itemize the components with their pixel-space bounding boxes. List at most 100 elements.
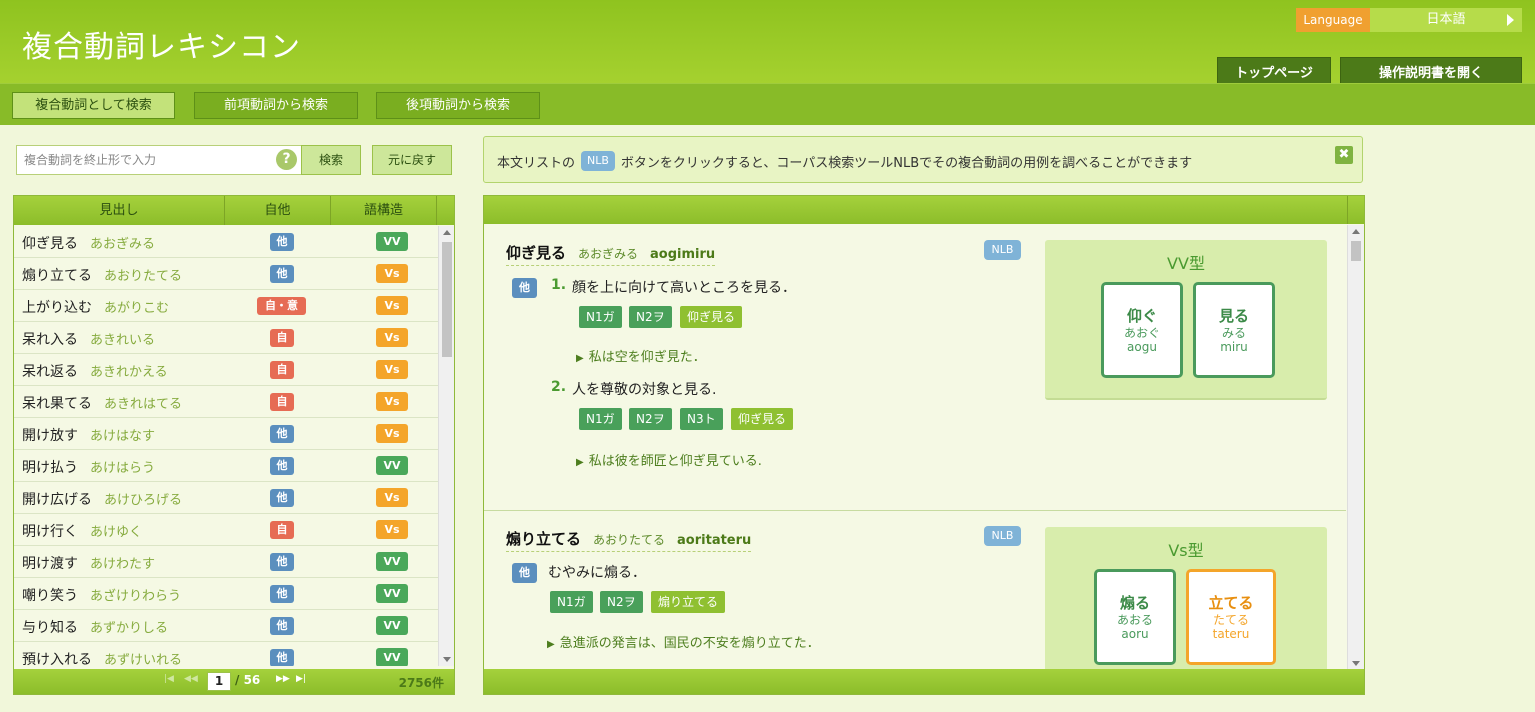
nlb-button[interactable]: NLB bbox=[984, 240, 1021, 260]
list-item-headword: 開け放す あけはなす bbox=[22, 425, 155, 445]
sense-number: 1. bbox=[551, 277, 567, 293]
search-input[interactable]: 複合動詞を終止形で入力 bbox=[16, 145, 302, 175]
structure-tag: VV bbox=[376, 232, 408, 251]
list-item[interactable]: 呆れ入る あきれいる 自 Vs bbox=[14, 322, 438, 354]
detail-panel: 仰ぎ見る あおぎみる aogimiru NLB 他 1. 顔を上に向けて高いとこ… bbox=[483, 195, 1365, 695]
list-item[interactable]: 呆れ返る あきれかえる 自 Vs bbox=[14, 354, 438, 386]
transitivity-tag: 他 bbox=[512, 563, 537, 583]
triangle-right-icon bbox=[1507, 14, 1514, 26]
notice-text-pre: 本文リストの bbox=[497, 155, 576, 171]
list-item-headword: 嘲り笑う あざけりわらう bbox=[22, 585, 181, 605]
list-item[interactable]: 煽り立てる あおりたてる 他 Vs bbox=[14, 258, 438, 290]
v2-romaji: miru bbox=[1220, 340, 1248, 354]
search-button[interactable]: 検索 bbox=[301, 145, 361, 175]
column-header-structure[interactable]: 語構造 bbox=[331, 196, 437, 225]
column-header-transitivity[interactable]: 自他 bbox=[225, 196, 331, 225]
structure-tag: Vs bbox=[376, 488, 408, 507]
list-item-kana: あけはなす bbox=[90, 429, 156, 444]
list-item-kana: あきれかえる bbox=[90, 365, 168, 380]
list-item[interactable]: 開け放す あけはなす 他 Vs bbox=[14, 418, 438, 450]
v2-card[interactable]: 見る みる miru bbox=[1193, 282, 1275, 378]
scroll-thumb[interactable] bbox=[1351, 241, 1361, 261]
verb-tag: 仰ぎ見る bbox=[731, 408, 794, 430]
example-text: 急進派の発言は、国民の不安を煽り立てた． bbox=[559, 636, 820, 651]
list-item-kana: あけひろげる bbox=[104, 493, 183, 508]
structure-tag: VV bbox=[376, 552, 408, 571]
next-page-icon[interactable]: ▶▶ bbox=[276, 674, 290, 684]
scroll-up-icon[interactable] bbox=[443, 230, 451, 235]
tab-search-v1[interactable]: 前項動詞から検索 bbox=[194, 92, 358, 119]
list-item-headword: 上がり込む あがりこむ bbox=[22, 297, 169, 317]
page-number-input[interactable]: 1 bbox=[207, 672, 231, 691]
list-item[interactable]: 開け広げる あけひろげる 他 Vs bbox=[14, 482, 438, 514]
language-label: Language bbox=[1296, 8, 1370, 32]
list-item[interactable]: 明け払う あけはらう 他 VV bbox=[14, 450, 438, 482]
list-item-kana: あずけいれる bbox=[104, 653, 183, 666]
transitivity-tag: 他 bbox=[270, 425, 294, 443]
structure-tag: Vs bbox=[376, 296, 408, 315]
page-total-value: 56 bbox=[243, 673, 261, 687]
v1-card[interactable]: 仰ぐ あおぐ aogu bbox=[1101, 282, 1183, 378]
list-item[interactable]: 預け入れる あずけいれる 他 VV bbox=[14, 642, 438, 666]
structure-tag: Vs bbox=[376, 392, 408, 411]
tab-search-v2[interactable]: 後項動詞から検索 bbox=[376, 92, 540, 119]
list-item-kana: あけわたす bbox=[90, 557, 156, 572]
case-frame-tag: N2ヲ bbox=[629, 408, 672, 430]
list-item[interactable]: 明け行く あけゆく 自 Vs bbox=[14, 514, 438, 546]
notice-text: 本文リストの NLB ボタンをクリックすると、コーパス検索ツールNLBでその複合… bbox=[497, 151, 1192, 171]
reset-button[interactable]: 元に戻す bbox=[372, 145, 452, 175]
case-frame-tag: N1ガ bbox=[579, 306, 622, 328]
transitivity-tag: 自 bbox=[270, 393, 294, 411]
detail-scrollbar[interactable] bbox=[1347, 225, 1364, 670]
v2-kana: みる bbox=[1221, 326, 1246, 340]
list-item-kana: あきれいる bbox=[90, 333, 156, 348]
list-item[interactable]: 呆れ果てる あきれはてる 自 Vs bbox=[14, 386, 438, 418]
close-icon[interactable]: ✖ bbox=[1335, 146, 1353, 164]
list-item-word: 上がり込む bbox=[22, 300, 92, 316]
case-frame-tag: N2ヲ bbox=[600, 591, 643, 613]
first-page-icon[interactable]: |◀ bbox=[164, 674, 174, 684]
scroll-up-icon[interactable] bbox=[1352, 229, 1360, 234]
list-item-word: 明け渡す bbox=[22, 556, 78, 572]
list-item-headword: 煽り立てる あおりたてる bbox=[22, 265, 182, 285]
list-item-word: 与り知る bbox=[22, 620, 78, 636]
list-item[interactable]: 仰ぎ見る あおぎみる 他 VV bbox=[14, 226, 438, 258]
structure-tag: Vs bbox=[376, 328, 408, 347]
language-selector[interactable]: Language 日本語 bbox=[1296, 8, 1522, 32]
tab-search-compound[interactable]: 複合動詞として検索 bbox=[12, 92, 175, 119]
column-header-headword[interactable]: 見出し bbox=[14, 196, 225, 225]
list-item[interactable]: 嘲り笑う あざけりわらう 他 VV bbox=[14, 578, 438, 610]
help-circle-icon[interactable]: ? bbox=[276, 149, 297, 170]
list-item[interactable]: 上がり込む あがりこむ 自・意 Vs bbox=[14, 290, 438, 322]
v1-romaji: aogu bbox=[1127, 340, 1157, 354]
list-item[interactable]: 明け渡す あけわたす 他 VV bbox=[14, 546, 438, 578]
structure-tag: VV bbox=[376, 456, 408, 475]
list-item-kana: あざけりわらう bbox=[90, 589, 182, 604]
entry-aoritateru: 煽り立てる あおりたてる aoritateru NLB 他 むやみに煽る． N1… bbox=[484, 511, 1346, 670]
transitivity-tag: 他 bbox=[270, 553, 294, 571]
example-sentence: ▶ 私は空を仰ぎ見た． bbox=[576, 346, 706, 365]
v1-romaji: aoru bbox=[1121, 627, 1149, 641]
v2-card[interactable]: 立てる たてる tateru bbox=[1186, 569, 1276, 665]
detail-entries: 仰ぎ見る あおぎみる aogimiru NLB 他 1. 顔を上に向けて高いとこ… bbox=[484, 225, 1346, 670]
last-page-icon[interactable]: ▶| bbox=[296, 674, 306, 684]
v1-card[interactable]: 煽る あおる aoru bbox=[1094, 569, 1176, 665]
list-scrollbar[interactable] bbox=[438, 226, 454, 666]
scroll-down-icon[interactable] bbox=[1352, 661, 1360, 666]
structure-tag: Vs bbox=[376, 360, 408, 379]
search-mode-tabs: 複合動詞として検索 前項動詞から検索 後項動詞から検索 bbox=[0, 83, 1535, 125]
structure-tag: VV bbox=[376, 584, 408, 603]
language-value[interactable]: 日本語 bbox=[1370, 8, 1522, 32]
triangle-right-icon: ▶ bbox=[576, 457, 584, 468]
list-item-headword: 明け払う あけはらう bbox=[22, 457, 155, 477]
scroll-thumb[interactable] bbox=[442, 242, 452, 357]
verb-tag: 仰ぎ見る bbox=[680, 306, 743, 328]
case-frame-tag: N2ヲ bbox=[629, 306, 672, 328]
scroll-down-icon[interactable] bbox=[443, 657, 451, 662]
structure-tag: Vs bbox=[376, 520, 408, 539]
transitivity-tag: 他 bbox=[270, 617, 294, 635]
prev-page-icon[interactable]: ◀◀ bbox=[184, 674, 198, 684]
list-item[interactable]: 与り知る あずかりしる 他 VV bbox=[14, 610, 438, 642]
verb-structure-box: Vs型 煽る あおる aoru 立てる たてる tateru bbox=[1045, 527, 1327, 670]
nlb-button[interactable]: NLB bbox=[984, 526, 1021, 546]
